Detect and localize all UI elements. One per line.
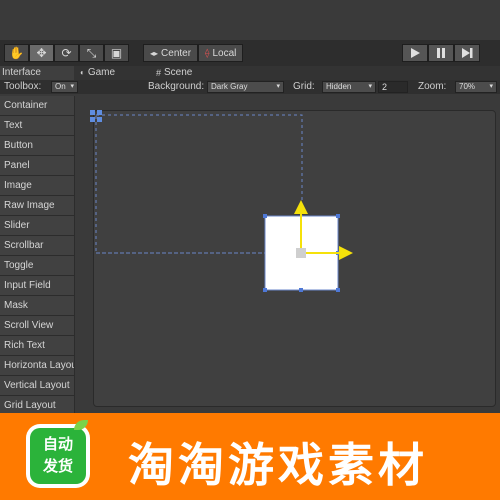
play-icon	[411, 48, 420, 58]
rotate-icon: ⟳	[61, 46, 72, 60]
sidebar-item-grid-layout[interactable]: Grid Layout	[0, 396, 75, 413]
sidebar-item-label: Image	[4, 180, 32, 191]
scale-tool-button[interactable]: ⤡	[79, 44, 104, 62]
sidebar-item-panel[interactable]: Panel	[0, 156, 75, 176]
move-icon: ✥	[36, 46, 47, 60]
sidebar-item-toggle[interactable]: Toggle	[0, 256, 75, 276]
badge-inner: 自动 发货	[30, 428, 86, 484]
tab-interface-label: Interface	[2, 67, 41, 78]
step-button[interactable]	[454, 44, 480, 62]
grid-dropdown[interactable]: Hidden ▾	[322, 81, 376, 93]
editor-window: ✋ ✥ ⟳ ⤡ ▣ ◂▸ Center ⟠ Local Interface ◐ …	[0, 0, 500, 413]
sidebar-item-vertical-layout[interactable]: Vertical Layout	[0, 376, 75, 396]
play-button[interactable]	[402, 44, 428, 62]
promo-banner: 自动 发货 淘淘游戏素材	[0, 413, 500, 500]
zoom-value: 70%	[459, 82, 476, 91]
pivot-center-label: Center	[161, 47, 192, 59]
sidebar-item-slider[interactable]: Slider	[0, 216, 75, 236]
sidebar-item-label: Mask	[4, 300, 28, 311]
rect-icon: ▣	[110, 46, 123, 60]
hand-tool-button[interactable]: ✋	[4, 44, 29, 62]
sidebar-item-input-field[interactable]: Input Field	[0, 276, 75, 296]
chevron-down-icon: ▾	[368, 83, 372, 90]
zoom-label: Zoom:	[418, 81, 447, 92]
toolbox-value: On	[55, 82, 66, 91]
sidebar-item-label: Button	[4, 140, 33, 151]
grid-size-field[interactable]: 2	[378, 81, 408, 93]
grid-size-value: 2	[382, 82, 388, 92]
grid-value: Hidden	[326, 82, 352, 91]
chevron-down-icon: ▾	[70, 83, 74, 90]
game-icon: ◐	[80, 68, 85, 77]
banner-title: 淘淘游戏素材	[128, 438, 428, 492]
scene-canvas[interactable]	[93, 110, 496, 407]
sidebar-item-label: Panel	[4, 160, 30, 171]
badge-line1: 自动	[42, 436, 73, 453]
sidebar-item-label: Rich Text	[4, 340, 45, 351]
sidebar-item-label: Horizonta Layout	[4, 360, 75, 371]
options-row: Toolbox: On ▾ Background: Dark Gray ▾ Gr…	[0, 80, 500, 94]
transform-tool-group: ✋ ✥ ⟳ ⤡ ▣	[4, 44, 129, 62]
toolbox-dropdown[interactable]: On ▾	[51, 81, 78, 93]
rect-tool-button[interactable]: ▣	[104, 44, 129, 62]
chevron-down-icon: ▾	[489, 83, 493, 90]
background-value: Dark Gray	[211, 82, 248, 91]
sidebar-item-label: Container	[4, 100, 48, 111]
sidebar-item-mask[interactable]: Mask	[0, 296, 75, 316]
scene-icon: #	[156, 68, 162, 78]
hand-icon: ✋	[9, 46, 24, 60]
sidebar-item-label: Input Field	[4, 280, 51, 291]
tab-scene-label: Scene	[164, 67, 193, 78]
top-toolbar: ✋ ✥ ⟳ ⤡ ▣ ◂▸ Center ⟠ Local	[0, 40, 500, 66]
sidebar-item-label: Text	[4, 120, 23, 131]
grid-label: Grid:	[293, 81, 315, 92]
pivot-group: ◂▸ Center ⟠ Local	[143, 44, 244, 62]
tab-scene[interactable]: # Scene	[156, 66, 192, 80]
leaf-icon	[74, 420, 88, 430]
zoom-dropdown[interactable]: 70% ▾	[455, 81, 497, 93]
sidebar-item-label: Scrollbar	[4, 240, 44, 251]
pause-icon	[437, 48, 445, 58]
step-icon	[461, 48, 472, 58]
pivot-local-label: Local	[212, 47, 237, 59]
sidebar-item-label: Scroll View	[4, 320, 54, 331]
pause-button[interactable]	[428, 44, 454, 62]
pivot-local-button[interactable]: ⟠ Local	[198, 44, 244, 62]
background-dropdown[interactable]: Dark Gray ▾	[207, 81, 284, 93]
sidebar-item-image[interactable]: Image	[0, 176, 75, 196]
sidebar-item-label: Slider	[4, 220, 30, 231]
tab-row: Interface ◐ Game # Scene	[0, 66, 500, 80]
scale-icon: ⤡	[86, 45, 97, 60]
sidebar-item-scroll-view[interactable]: Scroll View	[0, 316, 75, 336]
center-icon: ◂▸	[150, 48, 159, 58]
pivot-center-button[interactable]: ◂▸ Center	[143, 44, 199, 62]
local-icon: ⟠	[205, 47, 210, 58]
tab-interface[interactable]: Interface	[0, 66, 74, 80]
sidebar-item-text[interactable]: Text	[0, 116, 75, 136]
sidebar-item-scrollbar[interactable]: Scrollbar	[0, 236, 75, 256]
rotate-tool-button[interactable]: ⟳	[54, 44, 79, 62]
sidebar-item-horizontal-layout[interactable]: Horizonta Layout	[0, 356, 75, 376]
component-sidebar: Container Text Button Panel Image Raw Im…	[0, 96, 75, 413]
sidebar-item-rich-text[interactable]: Rich Text	[0, 336, 75, 356]
sidebar-item-label: Toggle	[4, 260, 34, 271]
sidebar-item-container[interactable]: Container	[0, 96, 75, 116]
playback-group	[402, 44, 480, 62]
sidebar-item-label: Raw Image	[4, 200, 55, 211]
sidebar-item-label: Grid Layout	[4, 400, 56, 411]
sidebar-item-button[interactable]: Button	[0, 136, 75, 156]
auto-delivery-badge: 自动 发货	[26, 420, 90, 488]
background-label: Background:	[148, 81, 205, 92]
chevron-down-icon: ▾	[276, 83, 280, 90]
badge-line2: 发货	[42, 458, 73, 475]
move-tool-button[interactable]: ✥	[29, 44, 54, 62]
sidebar-item-raw-image[interactable]: Raw Image	[0, 196, 75, 216]
tab-game[interactable]: ◐ Game	[80, 66, 115, 80]
sidebar-item-label: Vertical Layout	[4, 380, 70, 391]
tab-game-label: Game	[87, 67, 116, 78]
toolbox-label: Toolbox:	[4, 81, 42, 92]
